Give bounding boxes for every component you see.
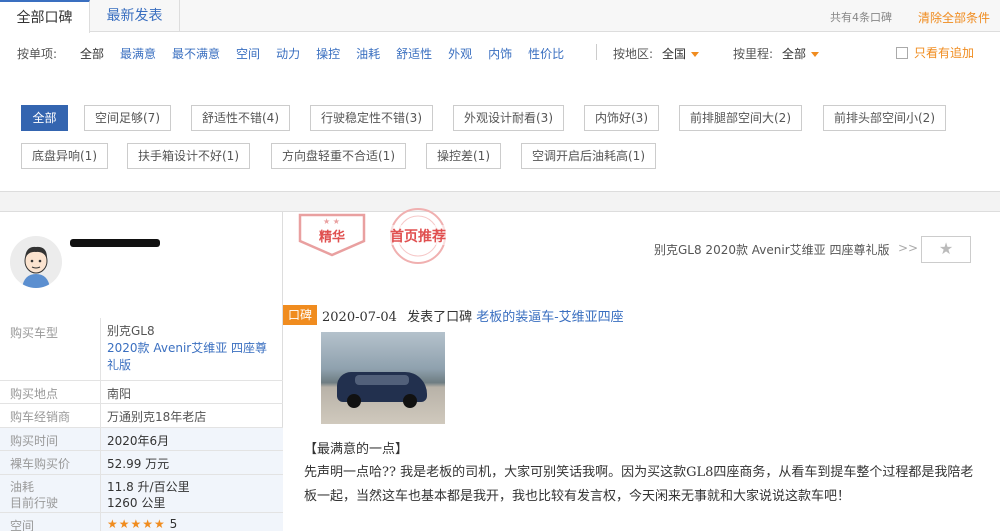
recommend-badge-text: 首页推荐 <box>390 228 446 245</box>
tag-handling-poor[interactable]: 操控差(1) <box>426 143 501 169</box>
favorite-star-button[interactable]: ★ <box>921 236 971 263</box>
tag-stability-good[interactable]: 行驶稳定性不错(3) <box>310 105 433 131</box>
info-label: 购买车型 <box>10 326 59 340</box>
filter-item-space[interactable]: 空间 <box>236 45 260 62</box>
filter-item-all[interactable]: 全部 <box>80 45 104 62</box>
region-dropdown[interactable]: 全国 <box>662 45 700 62</box>
star-icon: ★ <box>938 239 954 258</box>
filter-item-worst[interactable]: 最不满意 <box>172 45 220 62</box>
info-value: 2020年6月 <box>100 428 283 450</box>
dealer-link[interactable]: 万通别克18年老店 <box>100 404 283 427</box>
homepage-recommend-badge-icon: 首页推荐 <box>378 208 458 264</box>
clear-all-link[interactable]: 清除全部条件 <box>918 9 990 26</box>
info-value-model: 别克GL8 2020款 Avenir艾维亚 四座尊礼版 <box>100 318 283 380</box>
tag-front-leg-room[interactable]: 前排腿部空间大(2) <box>679 105 802 131</box>
region-filter-label: 按地区: <box>613 47 654 61</box>
info-label-group: 油耗 目前行驶 <box>0 475 100 512</box>
section-heading-best: 【最满意的一点】 <box>304 442 409 457</box>
filter-item-exterior[interactable]: 外观 <box>448 45 472 62</box>
region-dropdown-value: 全国 <box>662 47 687 61</box>
tag-all[interactable]: 全部 <box>21 105 68 131</box>
item-filter-list: 全部 最满意 最不满意 空间 动力 操控 油耗 舒适性 外观 内饰 性价比 <box>80 45 580 62</box>
rating-score: 5 <box>169 517 178 531</box>
car-window-shape <box>355 375 409 385</box>
tabs-bar: 全部口碑 最新发表 共有4条口碑 清除全部条件 <box>0 0 1000 33</box>
filter-item-power[interactable]: 动力 <box>276 45 300 62</box>
post-date: 2020-07-04 <box>322 310 397 325</box>
avatar[interactable] <box>10 236 62 288</box>
info-value-group: 11.8 升/百公里 1260 公里 <box>100 475 283 512</box>
info-row-place: 购买地点 南阳 <box>0 381 283 404</box>
double-chevron-right-icon[interactable]: >> <box>898 241 918 255</box>
info-row-dealer: 购车经销商 万通别克18年老店 <box>0 404 283 428</box>
review-count: 共有4条口碑 <box>830 11 892 24</box>
info-label: 空间 <box>0 513 100 531</box>
info-label: 油耗 <box>10 480 35 494</box>
car-photo[interactable] <box>321 332 445 424</box>
info-row-time: 购买时间 2020年6月 <box>0 428 283 451</box>
info-value: 南阳 <box>100 381 283 403</box>
tag-armrest-design[interactable]: 扶手箱设计不好(1) <box>127 143 250 169</box>
info-row-space: 空间 ★★★★★ 5 <box>0 513 283 531</box>
tag-ac-fuel-high[interactable]: 空调开启后油耗高(1) <box>521 143 656 169</box>
caret-down-icon <box>811 52 820 57</box>
followup-only-toggle[interactable]: 只看有追加 <box>896 44 974 61</box>
post-header: 2020-07-04 发表了口碑 老板的装逼车-艾维亚四座 <box>322 306 624 325</box>
info-label: 购车经销商 <box>10 410 71 424</box>
filter-item-fuel[interactable]: 油耗 <box>356 45 380 62</box>
svg-text:★ ★: ★ ★ <box>323 217 340 226</box>
followup-label: 只看有追加 <box>914 46 975 60</box>
filter-item-interior[interactable]: 内饰 <box>488 45 512 62</box>
info-row-fuel: 油耗 目前行驶 11.8 升/百公里 1260 公里 <box>0 475 283 513</box>
caret-down-icon <box>691 52 700 57</box>
mileage-dropdown-value: 全部 <box>782 47 807 61</box>
purchase-info-table: 购买车型 别克GL8 2020款 Avenir艾维亚 四座尊礼版 购买地点 南阳… <box>0 318 283 531</box>
filter-row: 按单项: 全部 最满意 最不满意 空间 动力 操控 油耗 舒适性 外观 内饰 性… <box>0 32 1000 72</box>
tag-filter-area: 全部 空间足够(7) 舒适性不错(4) 行驶稳定性不错(3) 外观设计耐看(3)… <box>0 72 1000 192</box>
car-model-link[interactable]: 别克GL8 2020款 Avenir艾维亚 四座尊礼版 <box>654 241 889 258</box>
info-row-model: 购买车型 别克GL8 2020款 Avenir艾维亚 四座尊礼版 <box>0 318 283 381</box>
model-series-link[interactable]: 别克GL8 <box>107 323 277 340</box>
tag-exterior-design[interactable]: 外观设计耐看(3) <box>453 105 564 131</box>
mileage-dropdown[interactable]: 全部 <box>782 45 820 62</box>
post-action: 发表了口碑 <box>407 310 473 325</box>
essence-badge-text: 精华 <box>319 229 345 245</box>
model-version-link[interactable]: 2020款 Avenir艾维亚 四座尊礼版 <box>107 340 277 374</box>
redacted-username <box>70 239 160 247</box>
tab-latest[interactable]: 最新发表 <box>90 0 180 32</box>
info-value: 52.99 万元 <box>100 451 283 474</box>
post-title-link[interactable]: 老板的装逼车-艾维亚四座 <box>476 310 623 325</box>
info-value: 11.8 升/百公里 <box>107 480 190 494</box>
car-wheel-shape <box>403 394 417 408</box>
tag-space-enough[interactable]: 空间足够(7) <box>84 105 171 131</box>
followup-checkbox[interactable] <box>896 46 908 59</box>
rating-stars-icon: ★★★★★ <box>107 517 166 531</box>
tag-chassis-noise[interactable]: 底盘异响(1) <box>21 143 108 169</box>
filter-item-comfort[interactable]: 舒适性 <box>396 45 432 62</box>
tag-comfort-good[interactable]: 舒适性不错(4) <box>191 105 290 131</box>
filter-item-best[interactable]: 最满意 <box>120 45 156 62</box>
tag-interior-good[interactable]: 内饰好(3) <box>584 105 659 131</box>
car-wheel-shape <box>347 394 361 408</box>
mileage-filter-label: 按里程: <box>733 47 774 61</box>
avatar-face-icon <box>10 236 62 288</box>
info-label: 购买地点 <box>10 387 59 401</box>
info-value: 1260 公里 <box>107 496 166 510</box>
filter-divider <box>596 44 597 60</box>
info-label: 购买时间 <box>0 428 100 450</box>
filter-item-value[interactable]: 性价比 <box>528 45 564 62</box>
info-label: 目前行驶 <box>10 496 59 510</box>
tag-steering-weight[interactable]: 方向盘轻重不合适(1) <box>271 143 406 169</box>
info-row-price: 裸车购买价 52.99 万元 <box>0 451 283 475</box>
tab-all-reviews[interactable]: 全部口碑 <box>0 0 90 33</box>
item-filter-label: 按单项: <box>17 47 58 61</box>
review-type-badge: 口碑 <box>283 305 318 325</box>
tag-front-head-room[interactable]: 前排头部空间小(2) <box>823 105 946 131</box>
info-label: 裸车购买价 <box>0 451 100 474</box>
info-value-space: ★★★★★ 5 <box>100 513 283 531</box>
review-body-text: 先声明一点哈?? 我是老板的司机，大家可别笑话我啊。因为买这款GL8四座商务，从… <box>304 465 974 504</box>
essence-badge-icon: ★ ★ 精华 <box>298 213 366 257</box>
filter-item-handling[interactable]: 操控 <box>316 45 340 62</box>
section-separator <box>0 192 1000 212</box>
